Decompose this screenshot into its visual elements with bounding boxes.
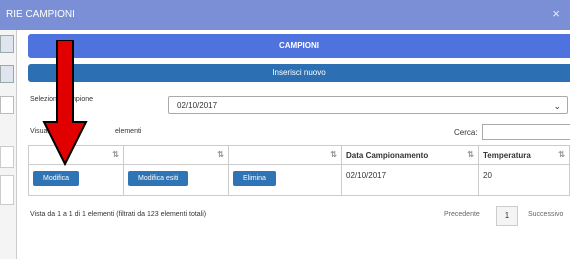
sort-icon: ⇅ xyxy=(112,150,119,159)
next-button[interactable]: Successivo xyxy=(528,211,563,218)
date-select-value: 02/10/2017 xyxy=(177,101,218,110)
search-label: Cerca: xyxy=(454,128,478,137)
section-header: CAMPIONI xyxy=(28,34,570,58)
sort-icon: ⇅ xyxy=(330,150,337,159)
sort-icon: ⇅ xyxy=(558,150,565,159)
sort-icon: ⇅ xyxy=(217,150,224,159)
edit-results-button[interactable]: Modifica esiti xyxy=(128,171,189,186)
modal-title: RIE CAMPIONI xyxy=(6,9,75,20)
modal-titlebar: RIE CAMPIONI × xyxy=(0,0,570,30)
col-header-2[interactable]: ⇅ xyxy=(123,145,229,165)
page-button-1[interactable]: 1 xyxy=(496,206,518,226)
cell-temperature: 20 xyxy=(478,164,570,196)
date-select[interactable]: 02/10/2017 ⌄ xyxy=(168,96,568,114)
edit-button[interactable]: Modifica xyxy=(33,171,80,186)
sort-icon: ⇅ xyxy=(467,150,474,159)
close-icon[interactable]: × xyxy=(552,6,560,21)
results-table: ⇅ ⇅ ⇅ Data Campionamento ⇅ Temperatura ⇅ M… xyxy=(28,145,570,196)
table-row: Modifica Modifica esiti Elimina 02/10/20… xyxy=(28,164,570,196)
cell-date: 02/10/2017 xyxy=(341,164,479,196)
search-input[interactable] xyxy=(482,124,570,140)
table-info: Vista da 1 a 1 di 1 elementi (filtrati d… xyxy=(30,211,207,218)
col-header-temperature[interactable]: Temperatura ⇅ xyxy=(478,145,570,165)
length-suffix: elementi xyxy=(115,128,142,135)
background-page-edge xyxy=(0,30,17,259)
chevron-down-icon: ⌄ xyxy=(553,101,561,111)
arrow-icon xyxy=(42,40,88,166)
previous-button[interactable]: Precedente xyxy=(444,211,480,218)
col-header-3[interactable]: ⇅ xyxy=(228,145,342,165)
delete-button[interactable]: Elimina xyxy=(233,171,276,186)
insert-new-button[interactable]: Inserisci nuovo xyxy=(28,64,570,82)
col-header-date[interactable]: Data Campionamento ⇅ xyxy=(341,145,479,165)
